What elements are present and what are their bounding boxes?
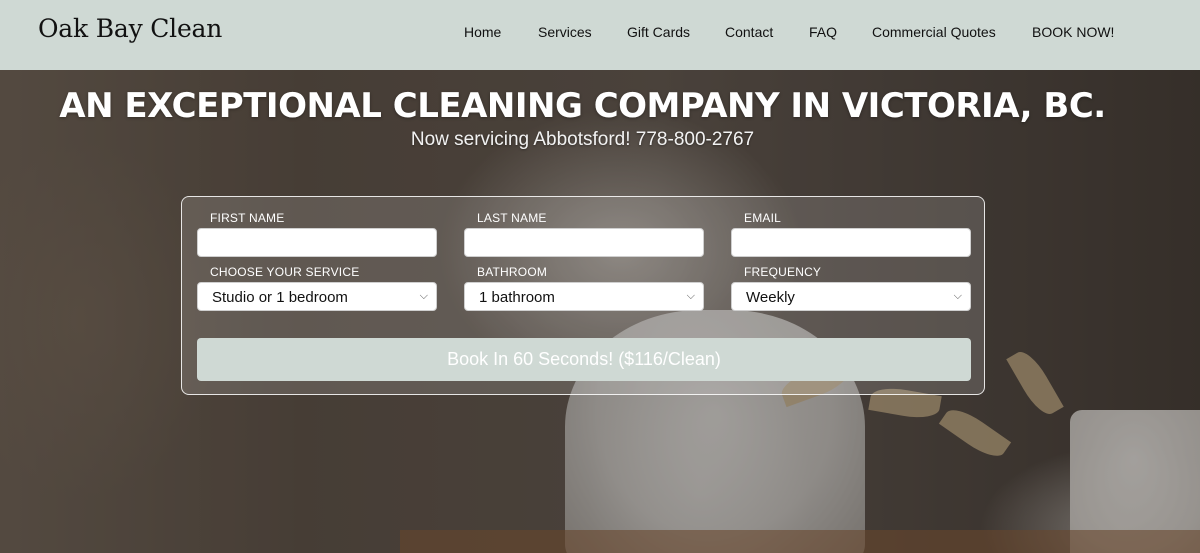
- hero-subtitle: Now servicing Abbotsford! 778-800-2767: [410, 129, 755, 150]
- nav-faq[interactable]: FAQ: [809, 24, 837, 40]
- chevron-down-icon: ⌵: [419, 290, 428, 302]
- bathroom-select[interactable]: 1 bathroom ⌵: [464, 282, 704, 311]
- nav-gift-cards[interactable]: Gift Cards: [627, 24, 690, 40]
- brand-logo[interactable]: Oak Bay Clean: [38, 14, 222, 43]
- service-selected-value: Studio or 1 bedroom: [212, 289, 348, 306]
- chevron-down-icon: ⌵: [953, 290, 962, 302]
- frequency-label: FREQUENCY: [744, 265, 822, 279]
- nav-commercial-quotes[interactable]: Commercial Quotes: [872, 24, 996, 40]
- first-name-label: FIRST NAME: [210, 211, 285, 225]
- last-name-label: LAST NAME: [477, 211, 547, 225]
- book-button[interactable]: Book In 60 Seconds! ($116/Clean): [197, 338, 971, 381]
- nav-contact[interactable]: Contact: [725, 24, 773, 40]
- site-header: Oak Bay Clean Home Services Gift Cards C…: [0, 0, 1200, 70]
- nav-services[interactable]: Services: [538, 24, 592, 40]
- service-label: CHOOSE YOUR SERVICE: [210, 265, 360, 279]
- frequency-selected-value: Weekly: [746, 289, 795, 306]
- last-name-input[interactable]: [464, 228, 704, 257]
- hero-title: AN EXCEPTIONAL CLEANING COMPANY IN VICTO…: [59, 86, 1106, 126]
- service-select[interactable]: Studio or 1 bedroom ⌵: [197, 282, 437, 311]
- email-input[interactable]: [731, 228, 971, 257]
- bathroom-label: BATHROOM: [477, 265, 548, 279]
- booking-form: FIRST NAME LAST NAME EMAIL CHOOSE YOUR S…: [181, 196, 985, 395]
- email-label: EMAIL: [744, 211, 782, 225]
- first-name-input[interactable]: [197, 228, 437, 257]
- bathroom-selected-value: 1 bathroom: [479, 289, 555, 306]
- nav-book-now[interactable]: BOOK NOW!: [1032, 24, 1114, 40]
- nav-home[interactable]: Home: [464, 24, 501, 40]
- frequency-select[interactable]: Weekly ⌵: [731, 282, 971, 311]
- chevron-down-icon: ⌵: [686, 290, 695, 302]
